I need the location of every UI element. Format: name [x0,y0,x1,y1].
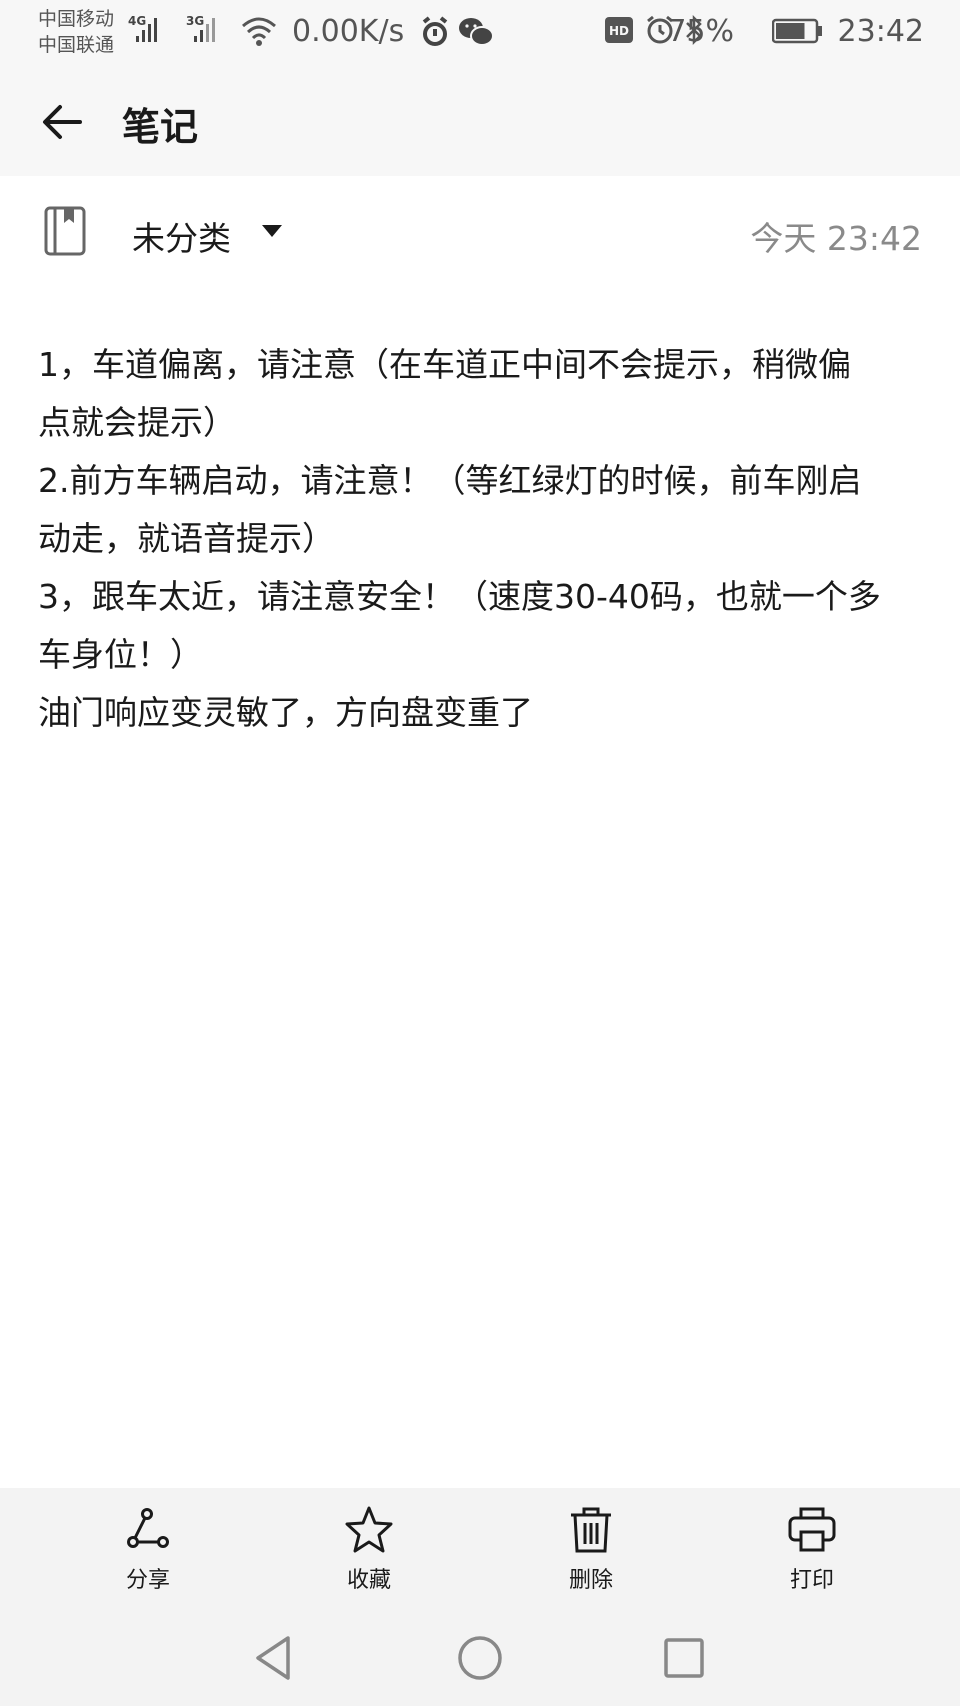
note-text-body[interactable]: 1，车道偏离，请注意（在车道正中间不会提示，稍微偏 点就会提示） 2.前方车辆启… [38,336,918,742]
bottom-toolbar: 分享 收藏 删除 打印 [0,1488,960,1608]
signal-2-type: 3G [186,14,205,28]
net-speed: 0.00K/s [292,14,405,49]
signal-4g-icon: 4G [128,12,164,46]
svg-text:HD: HD [609,24,629,38]
hd-icon: HD [605,17,633,43]
arrow-left-icon [43,105,82,139]
signal-3g-icon: 3G [186,12,222,46]
favorite-button[interactable]: 收藏 [299,1504,439,1600]
battery-percent: 75% [667,14,734,49]
print-button[interactable]: 打印 [742,1504,882,1600]
wechat-icon [459,18,494,46]
nav-recents-icon[interactable] [658,1632,710,1684]
share-label: 分享 [125,1568,170,1593]
page-title: 笔记 [122,105,199,149]
nav-back-icon[interactable] [248,1632,300,1684]
signal-1-type: 4G [128,14,147,28]
note-line: 3，跟车太近，请注意安全！（速度30-40码，也就一个多 [38,577,881,616]
wifi-icon [242,17,276,46]
star-icon [345,1506,393,1553]
note-line: 动走，就语音提示） [38,519,335,558]
alarm-clock-icon [422,16,448,46]
delete-button[interactable]: 删除 [521,1504,661,1600]
app-header: 笔记 [0,68,960,176]
printer-icon [788,1507,836,1552]
note-timestamp: 今天 23:42 [750,219,922,258]
print-label: 打印 [789,1568,834,1593]
note-line: 车身位！） [38,635,203,674]
carrier-2-label: 中国联通 [38,34,115,56]
note-line: 点就会提示） [38,403,236,442]
note-content: 未分类 今天 23:42 1，车道偏离，请注意（在车道正中间不会提示，稍微偏 点… [0,176,960,1488]
trash-icon [571,1507,611,1553]
notebook-icon [44,206,86,256]
share-button[interactable]: 分享 [78,1504,218,1600]
note-line: 油门响应变灵敏了，方向盘变重了 [38,693,533,732]
status-right-group: HD 75% 23:42 [604,14,924,54]
triangle-down-icon[interactable] [260,223,284,239]
note-line: 2.前方车辆启动，请注意！（等红绿灯的时候，前车刚启 [38,461,862,500]
back-button[interactable] [36,94,92,150]
notes-app-screen: 中国移动 中国联通 4G 3G 0.00K/s HD 75% 23:42 笔记 … [0,0,960,1706]
nav-home-icon[interactable] [454,1632,506,1684]
battery-icon [772,18,822,44]
system-nav-bar [0,1608,960,1706]
carrier-info: 中国移动 中国联通 [38,6,114,58]
category-selector[interactable]: 未分类 [132,212,231,260]
carrier-1-label: 中国移动 [38,8,115,30]
share-icon [127,1508,169,1548]
status-time: 23:42 [837,14,924,49]
delete-label: 删除 [568,1568,613,1593]
favorite-label: 收藏 [346,1568,391,1593]
note-line: 1，车道偏离，请注意（在车道正中间不会提示，稍微偏 [38,345,851,384]
status-bar: 中国移动 中国联通 4G 3G 0.00K/s HD 75% 23:42 [0,0,960,68]
